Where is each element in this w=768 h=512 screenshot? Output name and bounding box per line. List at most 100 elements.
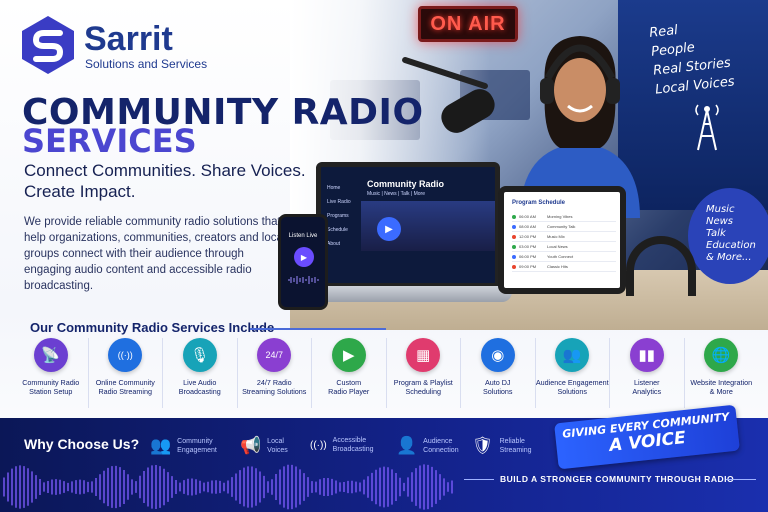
globe-icon: 🌐 xyxy=(704,338,739,372)
bubble-line: Music xyxy=(706,204,735,215)
service-item: 👥 Audience Engagement Solutions xyxy=(535,338,610,408)
schedule-title: Program Schedule xyxy=(512,200,566,206)
status-dot xyxy=(512,244,516,249)
feature-label: Local Voices xyxy=(267,438,288,454)
antenna-icon: ((·)) xyxy=(310,439,327,451)
schedule-show: Local News xyxy=(547,244,568,249)
bottom-cta: BUILD A STRONGER COMMUNITY THROUGH RADIO xyxy=(500,474,735,484)
service-item: 🎙 Live Audio Broadcasting xyxy=(163,338,238,408)
feature-item: 👤 Audience Connection xyxy=(396,436,459,456)
feature-label: Community Engagement xyxy=(177,438,217,454)
schedule-row: 08:00 AM Community Talk xyxy=(512,222,616,232)
schedule-row: 09:00 PM Classic Hits xyxy=(512,262,616,272)
phone-title: Listen Live xyxy=(288,233,318,239)
schedule-time: 09:00 PM xyxy=(519,264,537,269)
shield-icon: 🛡 xyxy=(472,436,494,455)
service-item: ▮▮ Listener Analytics xyxy=(610,338,685,408)
brand-subtitle: Solutions and Services xyxy=(85,57,208,71)
phone-screen: Listen Live ▶ xyxy=(278,214,328,310)
feature-label: Reliable Streaming xyxy=(499,438,532,454)
hero-title-line2: SERVICES xyxy=(22,122,197,160)
status-dot xyxy=(512,264,516,269)
why-choose-heading: Why Choose Us? xyxy=(24,436,140,452)
laptop-menu-item[interactable]: Home xyxy=(327,181,351,195)
laptop-subtitle: Music | News | Talk | More xyxy=(367,191,425,197)
divider xyxy=(250,328,386,330)
laptop-menu: Home Live Radio Programs Schedule About xyxy=(327,181,351,251)
schedule-list: 06:00 AM Morning Vibes 08:00 AM Community T… xyxy=(512,212,616,272)
feature-label: Audience Connection xyxy=(423,438,459,454)
service-label: 24/7 Radio Streaming Solutions xyxy=(242,378,307,396)
laptop-menu-item[interactable]: Programs xyxy=(327,209,351,223)
hero-description: We provide reliable community radio solu… xyxy=(24,216,286,292)
broadcast-icon: ((·)) xyxy=(108,338,143,372)
calendar-icon: ▦ xyxy=(406,338,441,372)
tablet-screen: Program Schedule 06:00 AM Morning Vibes 08… xyxy=(498,186,626,294)
schedule-time: 06:00 AM xyxy=(519,214,536,219)
schedule-show: Youth Connect xyxy=(547,254,574,259)
community-icon: 👥 xyxy=(150,436,172,455)
clock-24-icon: 24/7 xyxy=(257,338,292,372)
bubble-line: Education xyxy=(706,240,756,251)
schedule-show: Morning Vibes xyxy=(547,214,573,219)
service-item: ▦ Program & Playlist Scheduling xyxy=(387,338,461,408)
laptop-screen: Home Live Radio Programs Schedule About … xyxy=(316,162,500,288)
service-item: 📡 Community Radio Station Setup xyxy=(14,338,89,408)
schedule-time: 08:00 AM xyxy=(519,224,536,229)
service-label: Live Audio Broadcasting xyxy=(178,378,221,396)
schedule-row: 06:00 AM Morning Vibes xyxy=(512,212,616,222)
laptop-menu-item[interactable]: Live Radio xyxy=(327,195,351,209)
service-label: Online Community Radio Streaming xyxy=(95,378,155,396)
feature-label: Accessible Broadcasting xyxy=(332,437,374,453)
play-button[interactable]: ▶ xyxy=(377,217,401,241)
side-text: Real People Real Stories Local Voices xyxy=(648,12,765,99)
schedule-row: 12:00 PM Music Mix xyxy=(512,232,616,242)
status-dot xyxy=(512,234,516,239)
service-item: ((·)) Online Community Radio Streaming xyxy=(89,338,163,408)
service-label: Website Integration & More xyxy=(690,378,753,396)
laptop-menu-item[interactable]: Schedule xyxy=(327,223,351,237)
service-label: Audience Engagement Solutions xyxy=(535,378,609,396)
schedule-show: Classic Hits xyxy=(547,264,568,269)
status-dot xyxy=(512,224,516,229)
service-item: ◉ Auto DJ Solutions xyxy=(461,338,536,408)
service-item: 24/7 24/7 Radio Streaming Solutions xyxy=(238,338,312,408)
laptop-title: Community Radio xyxy=(367,179,445,189)
bubble-line: & More... xyxy=(706,252,752,263)
phone-play-button[interactable]: ▶ xyxy=(294,247,314,267)
microphone-icon: 🎙 xyxy=(182,338,217,372)
analytics-icon: ▮▮ xyxy=(629,338,664,372)
brand-name: Sarrit xyxy=(84,20,173,58)
feature-item: ((·)) Accessible Broadcasting xyxy=(310,436,374,454)
divider xyxy=(464,479,494,480)
schedule-row: 06:00 PM Youth Connect xyxy=(512,252,616,262)
schedule-show: Music Mix xyxy=(547,234,565,239)
laptop-menu-item[interactable]: About xyxy=(327,237,351,251)
player-icon: ▶ xyxy=(331,338,366,372)
content-bubble: Music News Talk Education & More... xyxy=(688,188,768,284)
divider xyxy=(726,479,756,480)
feature-item: 🛡 Reliable Streaming xyxy=(472,436,532,456)
people-icon: 👥 xyxy=(555,338,590,372)
service-item: 🌐 Website Integration & More xyxy=(685,338,759,408)
bubble-line: News xyxy=(706,216,734,227)
robot-icon: ◉ xyxy=(480,338,515,372)
waveform-icon xyxy=(288,276,319,284)
status-dot xyxy=(512,254,516,259)
feature-item: 👥 Community Engagement xyxy=(150,436,217,456)
radio-tower-icon xyxy=(695,104,719,151)
sarrit-logo-icon xyxy=(22,16,74,74)
poster: ON AIR Real People Real Stories Local Vo… xyxy=(0,0,768,512)
radio-tower-icon: 📡 xyxy=(33,338,68,372)
service-label: Community Radio Station Setup xyxy=(22,378,80,396)
services-row: 📡 Community Radio Station Setup ((·)) Onlin… xyxy=(14,338,758,408)
megaphone-icon: 📢 xyxy=(240,436,262,455)
on-air-text: ON AIR xyxy=(430,12,506,35)
feature-item: 📢 Local Voices xyxy=(240,436,288,456)
service-label: Custom Radio Player xyxy=(328,378,370,396)
schedule-time: 06:00 PM xyxy=(519,254,537,259)
service-label: Auto DJ Solutions xyxy=(482,378,513,396)
hero-tagline: Connect Communities. Share Voices. Creat… xyxy=(24,161,306,201)
service-label: Program & Playlist Scheduling xyxy=(393,378,453,396)
service-label: Listener Analytics xyxy=(632,378,662,396)
